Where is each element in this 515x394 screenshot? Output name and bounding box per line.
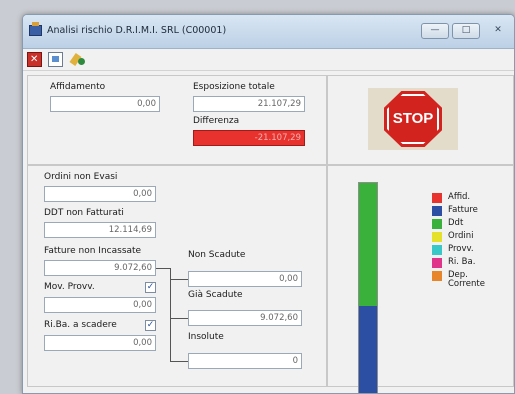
insolute-field[interactable]: 0 <box>188 353 302 369</box>
connector-line <box>170 268 171 361</box>
legend-label: Dep. Corrente <box>448 270 485 289</box>
app-icon <box>29 22 42 36</box>
stop-text: STOP <box>387 94 439 144</box>
window-title: Analisi rischio D.R.I.M.I. SRL (C00001) <box>47 25 227 36</box>
legend-label: Ri. Ba. <box>448 257 476 267</box>
legend-label: Affid. <box>448 192 471 202</box>
non-scadute-label: Non Scadute <box>188 250 246 260</box>
close-button[interactable]: ✕ <box>485 23 511 39</box>
stacked-bar <box>358 182 378 393</box>
gia-scadute-field[interactable]: 9.072,60 <box>188 310 302 326</box>
riba-label: Ri.Ba. a scadere <box>44 320 117 330</box>
toolbar <box>23 49 514 71</box>
gia-scadute-label: Già Scadute <box>188 290 243 300</box>
non-scadute-field[interactable]: 0,00 <box>188 271 302 287</box>
riba-checkbox[interactable]: ✓ <box>145 320 156 331</box>
exposure-chart: Affid. Fatture Ddt Ordini Provv. Ri. Ba. Dep. … <box>327 165 514 393</box>
legend-swatch <box>432 245 442 255</box>
details-panel: Ordini non Evasi 0,00 DDT non Fatturati … <box>27 165 327 387</box>
insolute-label: Insolute <box>188 332 224 342</box>
connector-line <box>170 279 188 280</box>
exposure-panel: Affidamento 0,00 Esposizione totale 21.1… <box>27 75 327 165</box>
bar-segment-ddt <box>359 183 377 306</box>
analisi-rischio-window: Analisi rischio D.R.I.M.I. SRL (C00001) … <box>22 14 515 394</box>
legend-label: Ddt <box>448 218 464 228</box>
legend-swatch <box>432 206 442 216</box>
affidamento-field[interactable]: 0,00 <box>50 96 160 112</box>
connector-line <box>170 361 188 362</box>
legend-swatch <box>432 271 442 281</box>
stop-indicator: STOP <box>368 88 458 150</box>
legend-swatch <box>432 258 442 268</box>
tools-icon[interactable] <box>70 52 85 67</box>
fatture-label: Fatture non Incassate <box>44 246 142 256</box>
bar-segment-fatture <box>359 306 377 393</box>
ordini-field[interactable]: 0,00 <box>44 186 156 202</box>
title-bar: Analisi rischio D.R.I.M.I. SRL (C00001) … <box>23 15 514 49</box>
legend-swatch <box>432 219 442 229</box>
affidamento-label: Affidamento <box>50 82 106 92</box>
riba-field[interactable]: 0,00 <box>44 335 156 351</box>
differenza-field[interactable]: -21.107,29 <box>193 130 305 146</box>
document-icon[interactable] <box>48 52 63 67</box>
mov-provv-label: Mov. Provv. <box>44 282 95 292</box>
legend-label: Ordini <box>448 231 474 241</box>
mov-provv-field[interactable]: 0,00 <box>44 297 156 313</box>
maximize-button[interactable]: □ <box>452 23 480 39</box>
ddt-field[interactable]: 12.114,69 <box>44 222 156 238</box>
minimize-button[interactable]: — <box>421 23 449 39</box>
esposizione-field[interactable]: 21.107,29 <box>193 96 305 112</box>
esposizione-label: Esposizione totale <box>193 82 275 92</box>
legend-swatch <box>432 232 442 242</box>
legend-label: Fatture <box>448 205 478 215</box>
differenza-label: Differenza <box>193 116 240 126</box>
legend-swatch <box>432 193 442 203</box>
ddt-label: DDT non Fatturati <box>44 208 124 218</box>
ordini-label: Ordini non Evasi <box>44 172 118 182</box>
mov-provv-checkbox[interactable]: ✓ <box>145 282 156 293</box>
connector-line <box>170 318 188 319</box>
close-red-icon[interactable] <box>27 52 42 67</box>
fatture-field[interactable]: 9.072,60 <box>44 260 156 276</box>
stop-sign-icon: STOP <box>384 91 442 147</box>
status-panel: STOP <box>327 75 514 165</box>
connector-line <box>156 268 170 269</box>
legend-label: Provv. <box>448 244 474 254</box>
